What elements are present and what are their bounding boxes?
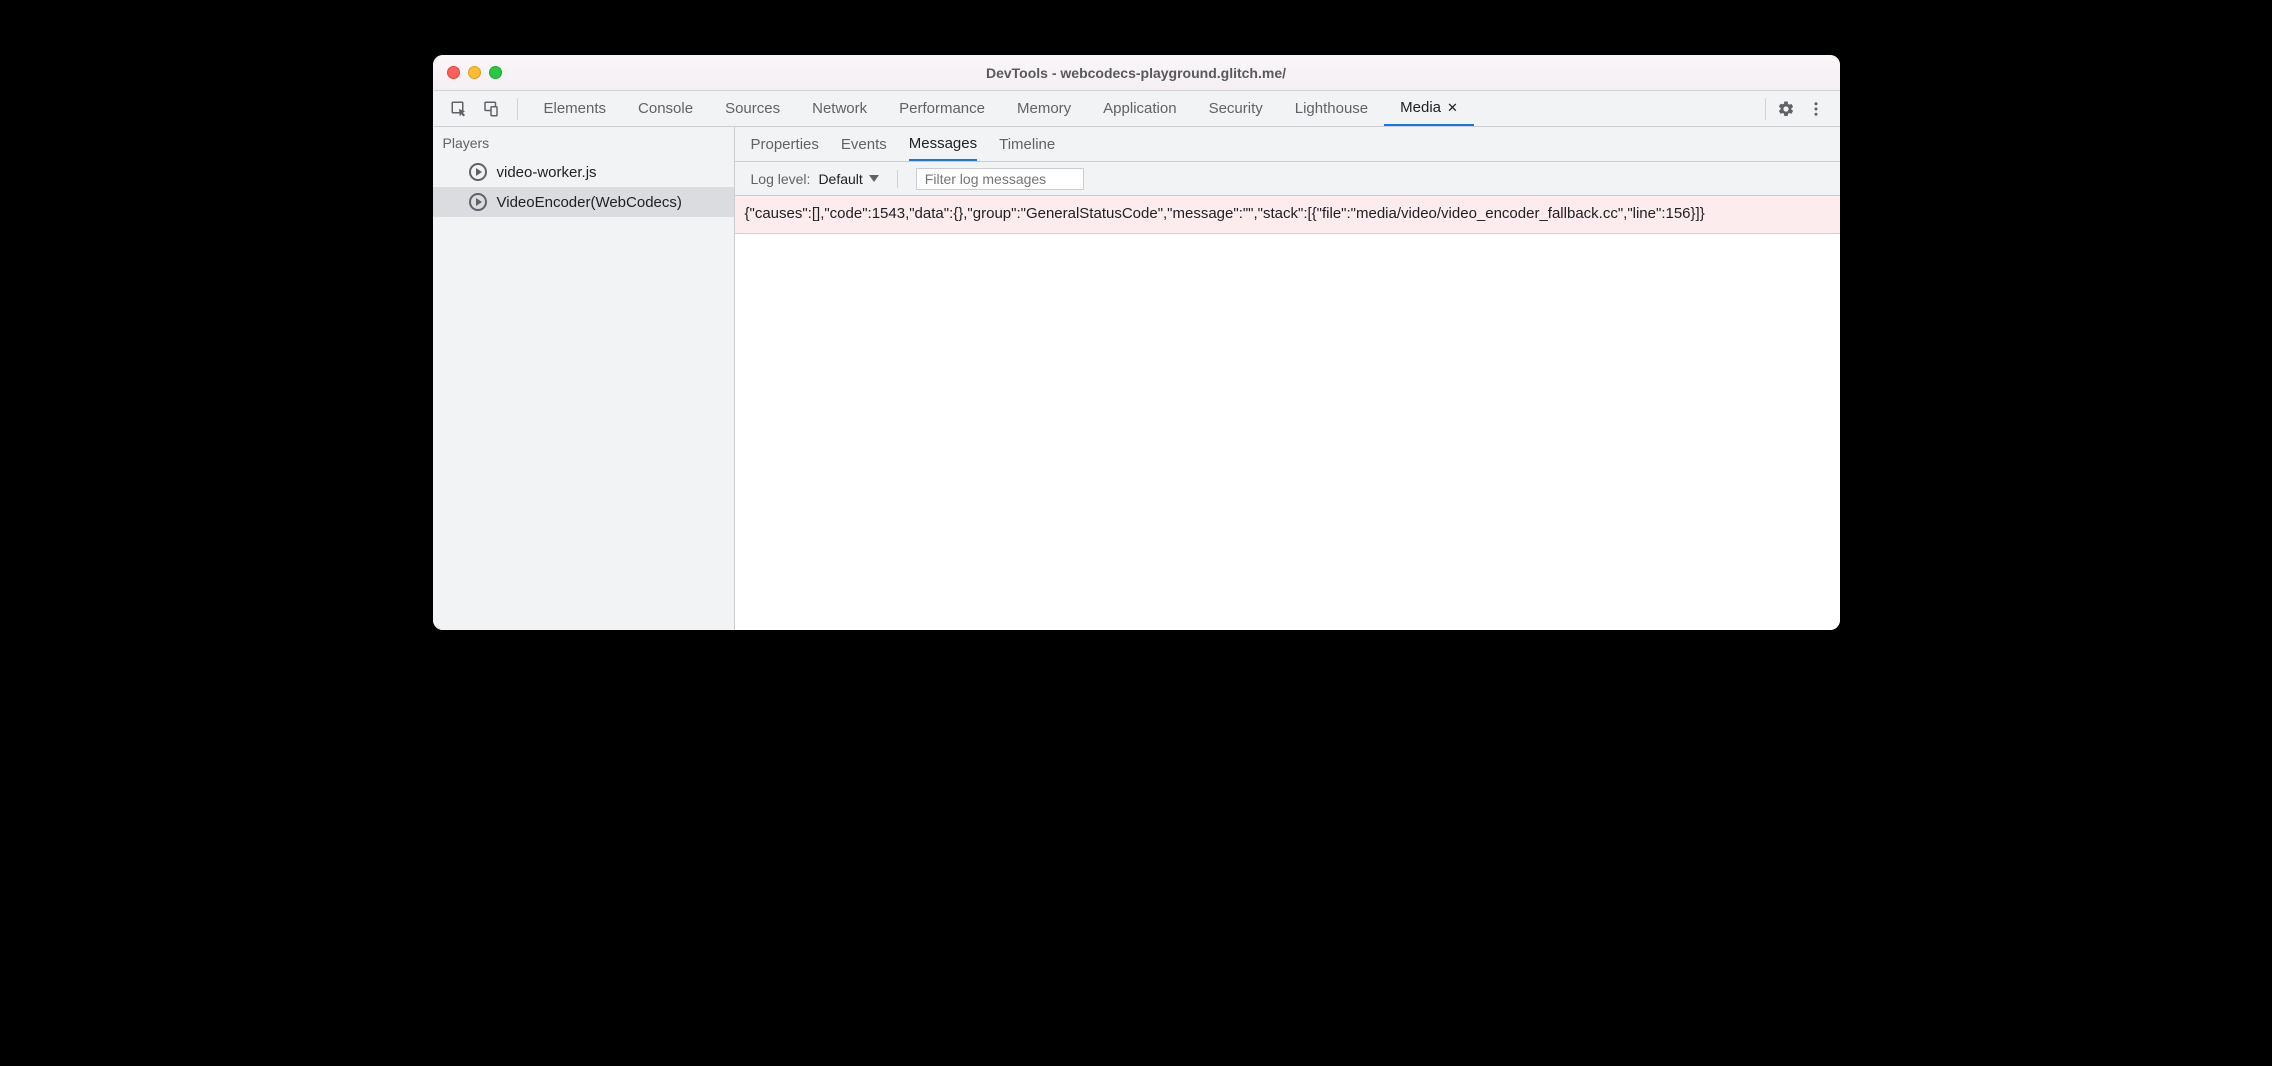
player-item[interactable]: VideoEncoder(WebCodecs) xyxy=(433,187,734,217)
tab-label: Performance xyxy=(899,100,985,117)
tab-label: Console xyxy=(638,100,693,117)
inspect-element-icon[interactable] xyxy=(449,99,469,119)
sidebar-heading: Players xyxy=(433,127,734,157)
tab-performance[interactable]: Performance xyxy=(883,91,1001,126)
subtab-properties[interactable]: Properties xyxy=(751,127,819,161)
log-level-value: Default xyxy=(818,171,862,187)
tab-label: Sources xyxy=(725,100,780,117)
messages-filterbar: Log level: Default xyxy=(735,162,1840,196)
tab-security[interactable]: Security xyxy=(1193,91,1279,126)
chevron-down-icon xyxy=(869,175,879,182)
devtools-window: DevTools - webcodecs-playground.glitch.m… xyxy=(433,55,1840,630)
tab-lighthouse[interactable]: Lighthouse xyxy=(1279,91,1384,126)
play-icon xyxy=(469,163,487,181)
main-panel: Properties Events Messages Timeline Log lev… xyxy=(735,127,1840,630)
main-tabstrip: Elements Console Sources Network Performance… xyxy=(433,91,1840,127)
window-title: DevTools - webcodecs-playground.glitch.m… xyxy=(433,65,1840,81)
device-toolbar-icon[interactable] xyxy=(481,99,501,119)
tab-application[interactable]: Application xyxy=(1087,91,1192,126)
tab-label: Media xyxy=(1400,99,1441,116)
titlebar: DevTools - webcodecs-playground.glitch.m… xyxy=(433,55,1840,91)
subtab-messages[interactable]: Messages xyxy=(909,127,977,161)
media-subtabs: Properties Events Messages Timeline xyxy=(735,127,1840,162)
tab-label: Application xyxy=(1103,100,1176,117)
separator xyxy=(1765,98,1766,120)
tab-label: Elements xyxy=(544,100,607,117)
players-sidebar: Players video-worker.js VideoEncoder(WebC… xyxy=(433,127,735,630)
tab-label: Lighthouse xyxy=(1295,100,1368,117)
subtab-events[interactable]: Events xyxy=(841,127,887,161)
gear-icon[interactable] xyxy=(1776,99,1796,119)
play-icon xyxy=(469,193,487,211)
separator xyxy=(897,170,898,188)
separator xyxy=(517,98,518,120)
tab-network[interactable]: Network xyxy=(796,91,883,126)
player-item[interactable]: video-worker.js xyxy=(433,157,734,187)
more-icon[interactable] xyxy=(1806,99,1826,119)
player-item-label: video-worker.js xyxy=(497,164,597,181)
log-level-label: Log level: xyxy=(751,171,811,187)
player-item-label: VideoEncoder(WebCodecs) xyxy=(497,194,682,211)
subtab-timeline[interactable]: Timeline xyxy=(999,127,1055,161)
tab-label: Network xyxy=(812,100,867,117)
tab-media[interactable]: Media ✕ xyxy=(1384,91,1474,126)
log-message[interactable]: {"causes":[],"code":1543,"data":{},"grou… xyxy=(735,196,1840,234)
tab-elements[interactable]: Elements xyxy=(528,91,623,126)
filter-input[interactable] xyxy=(916,168,1084,190)
tab-console[interactable]: Console xyxy=(622,91,709,126)
messages-log: {"causes":[],"code":1543,"data":{},"grou… xyxy=(735,196,1840,630)
tab-label: Security xyxy=(1209,100,1263,117)
log-level-select[interactable]: Default xyxy=(818,171,878,187)
close-icon[interactable]: ✕ xyxy=(1447,100,1458,116)
tab-sources[interactable]: Sources xyxy=(709,91,796,126)
tab-memory[interactable]: Memory xyxy=(1001,91,1087,126)
tab-label: Memory xyxy=(1017,100,1071,117)
